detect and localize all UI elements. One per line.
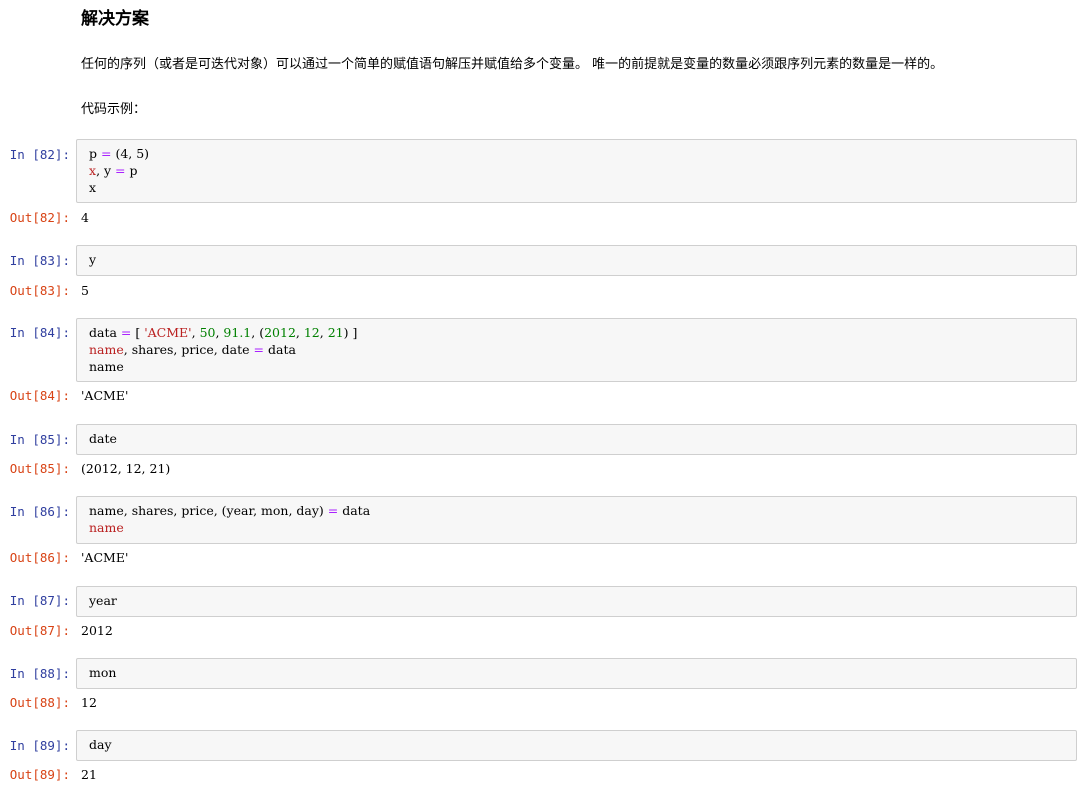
code-line: date [89, 430, 1064, 447]
cell-output: (2012, 12, 21) [81, 461, 171, 476]
code-token: = [120, 325, 132, 340]
code-line: x, y = p [89, 162, 1064, 179]
cell-output: 4 [81, 210, 89, 225]
code-token: = [253, 342, 265, 357]
code-token: 12 [303, 325, 320, 340]
cell-output: 21 [81, 767, 97, 782]
code-token: , [295, 325, 304, 340]
code-line: data = [ 'ACME', 50, 91.1, (2012, 12, 21… [89, 324, 1064, 341]
out-prompt: Out[83]: [9, 283, 70, 298]
code-token: 91.1 [223, 325, 252, 340]
code-line: name [89, 519, 1064, 536]
code-line: day [89, 736, 1064, 753]
code-token: date [89, 431, 117, 446]
code-token: data [89, 325, 121, 340]
out-prompt: Out[88]: [9, 695, 70, 710]
code-token: 50 [199, 325, 216, 340]
code-token: data [264, 342, 296, 357]
in-prompt: In [88]: [9, 666, 70, 681]
code-token: name [89, 359, 124, 374]
code-token: p [125, 163, 138, 178]
out-prompt: Out[89]: [9, 767, 70, 782]
code-token: x [89, 163, 97, 178]
in-prompt: In [83]: [9, 253, 70, 268]
code-token: , shares, price, date [123, 342, 254, 357]
out-prompt: Out[84]: [9, 388, 70, 403]
markdown-paragraph: 任何的序列（或者是可迭代对象）可以通过一个简单的赋值语句解压并赋值给多个变量。 … [81, 57, 944, 72]
in-prompt: In [85]: [9, 432, 70, 447]
in-prompt: In [89]: [9, 738, 70, 753]
out-prompt: Out[85]: [9, 461, 70, 476]
code-line: name [89, 358, 1064, 375]
code-token: 21 [327, 325, 344, 340]
code-input-cell[interactable]: date [76, 424, 1077, 455]
code-line: name, shares, price, date = data [89, 341, 1064, 358]
code-token: , [319, 325, 328, 340]
in-prompt: In [82]: [9, 147, 70, 162]
in-prompt: In [84]: [9, 325, 70, 340]
code-line: name, shares, price, (year, mon, day) = … [89, 502, 1064, 519]
out-prompt: Out[87]: [9, 623, 70, 638]
code-line: y [89, 251, 1064, 268]
code-line: x [89, 179, 1064, 196]
code-input-cell[interactable]: name, shares, price, (year, mon, day) = … [76, 496, 1077, 544]
code-token: (4, 5) [111, 146, 150, 161]
code-token: , ( [251, 325, 265, 340]
code-token: = [100, 146, 112, 161]
code-line: p = (4, 5) [89, 145, 1064, 162]
code-token: ) ] [343, 325, 358, 340]
code-line: mon [89, 664, 1064, 681]
code-token: data [338, 503, 371, 518]
code-token: 2012 [264, 325, 296, 340]
code-input-cell[interactable]: year [76, 586, 1077, 617]
code-token: name [89, 520, 124, 535]
cell-output: 5 [81, 283, 89, 298]
code-token: name, shares, price, (year, mon, day) [89, 503, 328, 518]
code-input-cell[interactable]: p = (4, 5) x, y = px [76, 139, 1077, 203]
code-line: year [89, 592, 1064, 609]
markdown-title: 解决方案 [81, 9, 149, 29]
code-input-cell[interactable]: mon [76, 658, 1077, 689]
code-token: , y [96, 163, 116, 178]
cell-output: 2012 [81, 623, 113, 638]
cell-output: 'ACME' [81, 550, 129, 565]
markdown-example-label: 代码示例： [81, 102, 147, 117]
code-token: y [89, 252, 97, 267]
code-token: mon [89, 665, 117, 680]
code-token: p [89, 146, 101, 161]
code-token: [ [131, 325, 145, 340]
code-token: x [89, 180, 97, 195]
code-input-cell[interactable]: day [76, 730, 1077, 761]
code-token: = [327, 503, 339, 518]
out-prompt: Out[82]: [9, 210, 70, 225]
code-token: year [89, 593, 117, 608]
in-prompt: In [86]: [9, 504, 70, 519]
code-token: 'ACME' [144, 325, 192, 340]
cell-output: 'ACME' [81, 388, 129, 403]
code-input-cell[interactable]: y [76, 245, 1077, 276]
code-token: day [89, 737, 112, 752]
code-input-cell[interactable]: data = [ 'ACME', 50, 91.1, (2012, 12, 21… [76, 318, 1077, 382]
in-prompt: In [87]: [9, 593, 70, 608]
code-token: = [115, 163, 126, 178]
code-token: , [191, 325, 200, 340]
cell-output: 12 [81, 695, 97, 710]
out-prompt: Out[86]: [9, 550, 70, 565]
code-token: name [89, 342, 124, 357]
